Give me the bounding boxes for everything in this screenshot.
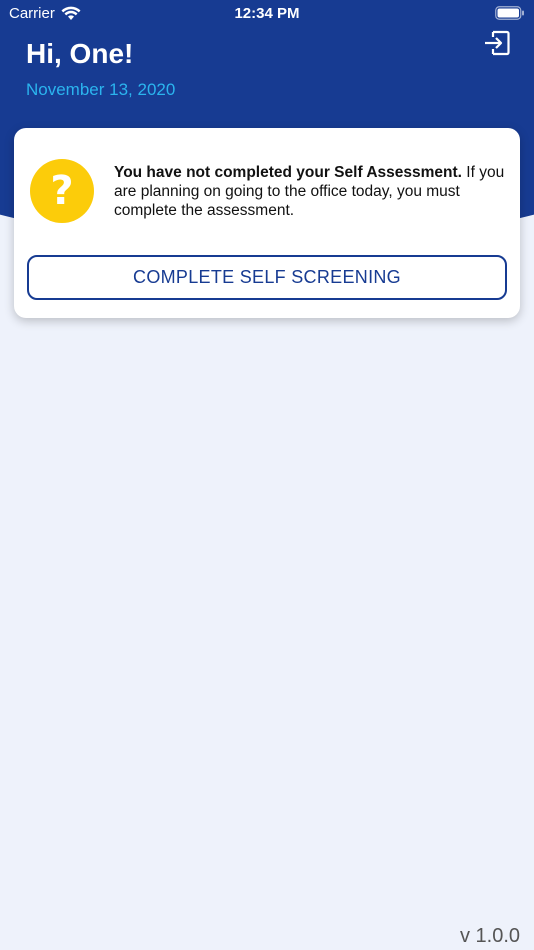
current-date: November 13, 2020: [26, 80, 176, 99]
complete-self-screening-button[interactable]: COMPLETE SELF SCREENING: [27, 255, 507, 300]
logout-button[interactable]: [482, 28, 512, 58]
greeting-title: Hi, One!: [26, 38, 134, 69]
app-screen: Carrier 12:34 PM Hi, One! November 13, 2…: [0, 0, 534, 950]
status-bar: Carrier 12:34 PM: [0, 0, 534, 28]
question-icon: ?: [30, 159, 94, 223]
self-assessment-card: ? You have not completed your Self Asses…: [14, 128, 520, 318]
app-version: v 1.0.0: [459, 925, 520, 947]
status-time: 12:34 PM: [234, 5, 300, 22]
assessment-message-bold: You have not completed your Self Assessm…: [114, 164, 462, 181]
battery-icon: [495, 6, 524, 20]
logout-icon: [485, 30, 510, 56]
assessment-message: You have not completed your Self Assessm…: [114, 163, 514, 220]
